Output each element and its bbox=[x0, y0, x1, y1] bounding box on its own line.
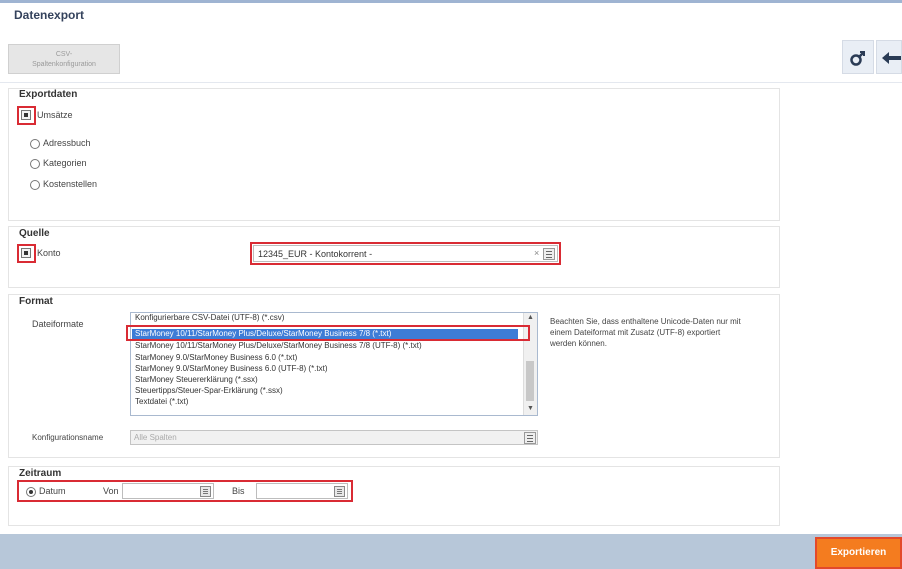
zeitraum-title: Zeitraum bbox=[19, 468, 62, 479]
konto-select-value: 12345_EUR - Kontokorrent - bbox=[258, 249, 373, 259]
csv-button-label-line1: CSV- bbox=[55, 51, 73, 58]
kostenstellen-radio[interactable] bbox=[30, 180, 40, 190]
exportdaten-group bbox=[8, 88, 780, 221]
konto-select[interactable]: 12345_EUR - Kontokorrent - × bbox=[253, 245, 558, 262]
umsaetze-label: Umsätze bbox=[37, 110, 73, 120]
scrollbar-thumb[interactable] bbox=[526, 361, 534, 401]
konfigurationsname-value: Alle Spalten bbox=[134, 433, 177, 442]
kategorien-label: Kategorien bbox=[43, 158, 87, 168]
exportdaten-title: Exportdaten bbox=[19, 89, 78, 100]
konto-checkbox[interactable] bbox=[21, 248, 31, 258]
umsaetze-checkbox[interactable] bbox=[21, 110, 31, 120]
quelle-title: Quelle bbox=[19, 228, 50, 239]
list-dropdown-icon bbox=[524, 432, 536, 444]
konto-label: Konto bbox=[37, 248, 61, 258]
konfigurationsname-label: Konfigurationsname bbox=[32, 433, 104, 442]
settings-button[interactable] bbox=[842, 40, 874, 74]
toolbar-divider bbox=[0, 82, 902, 83]
von-label: Von bbox=[103, 486, 119, 496]
format-note: Beachten Sie, dass enthaltene Unicode-Da… bbox=[550, 317, 741, 348]
back-button[interactable] bbox=[876, 40, 902, 74]
csv-column-config-button[interactable]: CSV- Spaltenkonfiguration bbox=[8, 44, 120, 74]
bis-label: Bis bbox=[232, 486, 245, 496]
window-top-border bbox=[0, 0, 902, 3]
list-dropdown-icon[interactable] bbox=[543, 248, 555, 260]
datum-radio[interactable] bbox=[26, 487, 36, 497]
list-item[interactable]: Steuertipps/Steuer-Spar-Erklärung (*.ssx… bbox=[135, 386, 283, 396]
selected-format-highlight bbox=[126, 325, 530, 341]
kostenstellen-label: Kostenstellen bbox=[43, 179, 98, 189]
list-item[interactable]: StarMoney 10/11/StarMoney Plus/Deluxe/St… bbox=[135, 341, 422, 351]
page-title: Datenexport bbox=[14, 8, 85, 22]
export-button[interactable]: Exportieren bbox=[815, 537, 902, 569]
dateiformate-label: Dateiformate bbox=[32, 319, 84, 329]
list-item[interactable]: Konfigurierbare CSV-Datei (UTF-8) (*.csv… bbox=[135, 313, 284, 323]
scroll-down-icon[interactable]: ▼ bbox=[527, 405, 534, 412]
bis-date-field[interactable] bbox=[256, 483, 348, 499]
von-date-field[interactable] bbox=[122, 483, 214, 499]
footer-bar bbox=[0, 534, 902, 569]
format-title: Format bbox=[19, 296, 53, 307]
list-item[interactable]: StarMoney 9.0/StarMoney Business 6.0 (*.… bbox=[135, 353, 297, 363]
list-item[interactable]: StarMoney 9.0/StarMoney Business 6.0 (UT… bbox=[135, 364, 328, 374]
konto-clear-icon[interactable]: × bbox=[534, 248, 539, 258]
list-item[interactable]: StarMoney Steuererklärung (*.ssx) bbox=[135, 375, 258, 385]
calendar-icon[interactable] bbox=[334, 486, 345, 497]
adressbuch-label: Adressbuch bbox=[43, 138, 91, 148]
kategorien-radio[interactable] bbox=[30, 159, 40, 169]
adressbuch-radio[interactable] bbox=[30, 139, 40, 149]
list-item[interactable]: Textdatei (*.txt) bbox=[135, 397, 188, 407]
calendar-icon[interactable] bbox=[200, 486, 211, 497]
datum-label: Datum bbox=[39, 486, 66, 496]
konfigurationsname-field: Alle Spalten bbox=[130, 430, 538, 445]
csv-button-label-line2: Spaltenkonfiguration bbox=[32, 61, 96, 68]
scroll-up-icon[interactable]: ▲ bbox=[527, 314, 534, 321]
